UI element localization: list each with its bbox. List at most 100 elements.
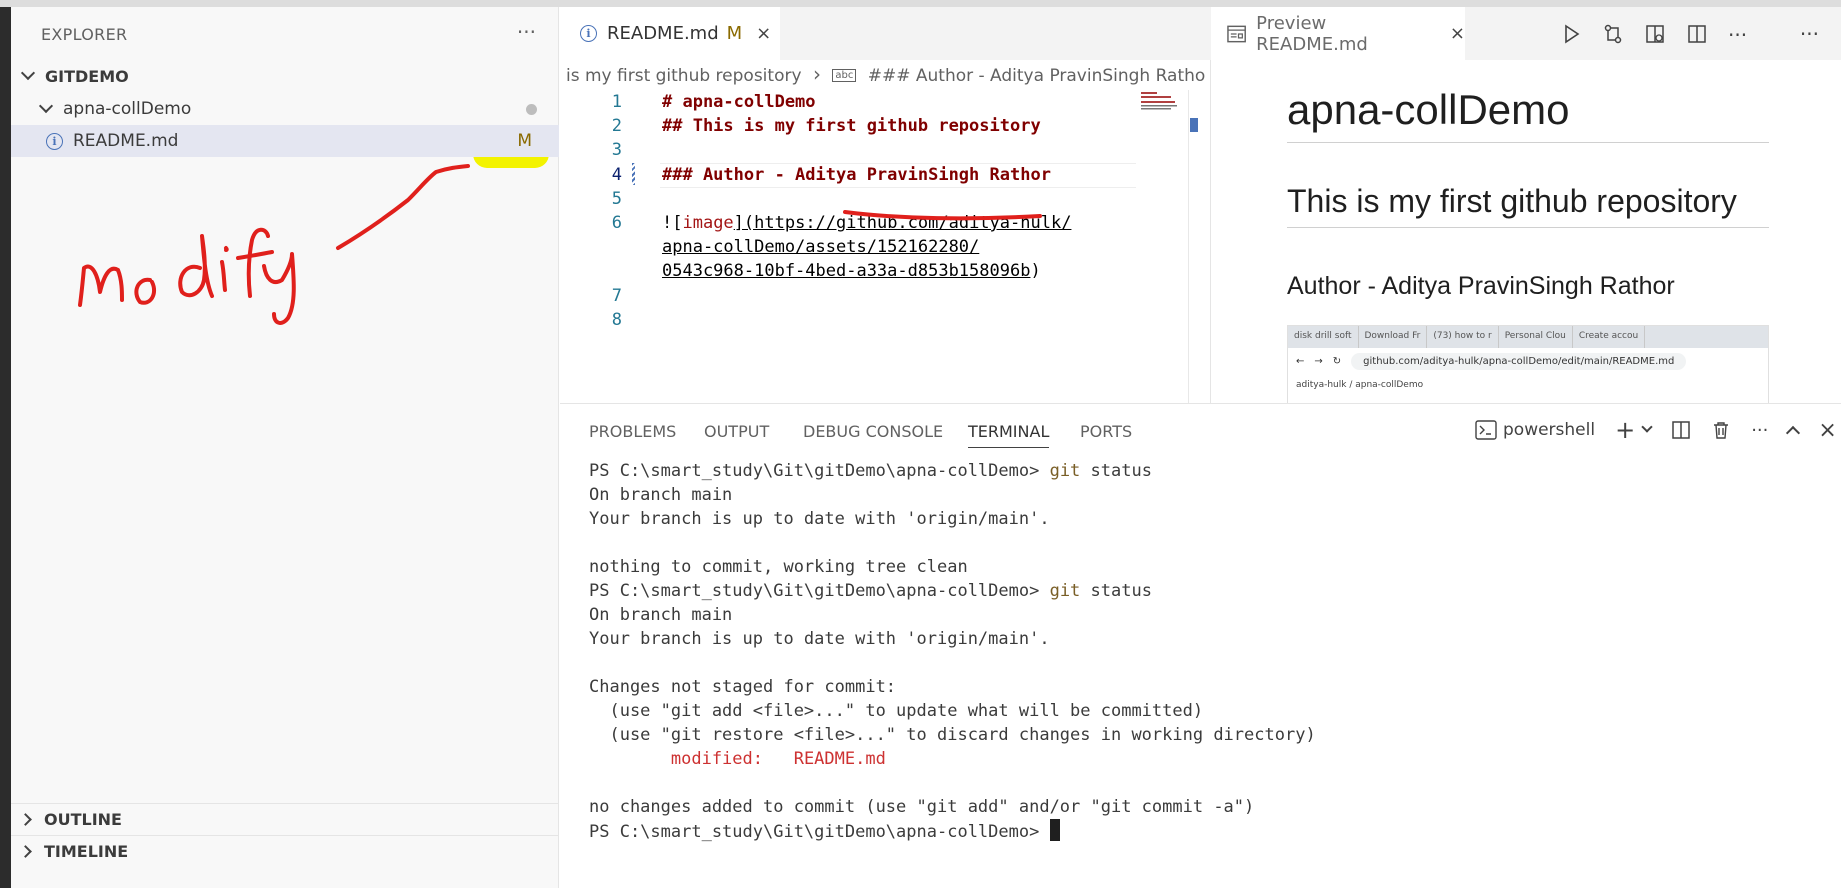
code-line-2: ## This is my first github repository (662, 116, 1041, 136)
chevron-down-icon (20, 65, 36, 81)
timeline-label: TIMELINE (44, 842, 129, 861)
outline-label: OUTLINE (44, 810, 122, 829)
tab-readme[interactable]: i README.md M × (560, 7, 780, 60)
screenshot-repo-path: aditya-hulk / apna-collDemo (1296, 380, 1424, 390)
workspace-root[interactable]: GITDEMO (11, 60, 559, 92)
terminal-modified-file: README.md (793, 749, 886, 769)
code-line-4: ### Author - Aditya PravinSingh Rathor (662, 165, 1051, 185)
minimap[interactable] (1139, 90, 1187, 112)
explorer-sidebar: EXPLORER ··· GITDEMO apna-collDemo i REA… (11, 7, 559, 888)
md-image-alt: image (682, 213, 734, 233)
forward-arrow-icon: → (1314, 355, 1323, 367)
line-number: 3 (611, 140, 622, 160)
screenshot-browser-tabs: disk drill soft Download Fr (73) how to … (1288, 326, 1768, 348)
split-editor-icon[interactable] (1686, 23, 1708, 45)
line-number: 2 (611, 116, 622, 136)
tab-modified-badge: M (726, 23, 743, 44)
bottom-panel: PROBLEMS OUTPUT DEBUG CONSOLE TERMINAL P… (560, 403, 1841, 888)
markdown-preview: apna-collDemo This is my first github re… (1210, 60, 1841, 403)
screenshot-tab: Create accou (1573, 326, 1646, 348)
terminal-shell-label: powershell (1503, 420, 1596, 440)
info-icon: i (580, 25, 597, 42)
terminal-line: Your branch is up to date with 'origin/m… (589, 509, 1050, 529)
line-number: 5 (611, 189, 622, 209)
terminal-line: nothing to commit, working tree clean (589, 557, 968, 577)
preview-more-icon[interactable]: ··· (1800, 22, 1819, 46)
maximize-panel-icon[interactable] (1786, 425, 1801, 441)
terminal-output[interactable]: PS C:\smart_study\Git\gitDemo\apna-collD… (589, 459, 1316, 844)
screenshot-url: github.com/aditya-hulk/apna-collDemo/edi… (1351, 352, 1687, 370)
heading-rule (1287, 142, 1769, 143)
preview-heading-3: Author - Aditya PravinSingh Rathor (1287, 272, 1675, 300)
chevron-down-icon[interactable] (1641, 421, 1653, 433)
terminal-arg: status (1080, 581, 1152, 601)
md-image-close: ) (1030, 261, 1041, 281)
workspace-root-label: GITDEMO (45, 66, 129, 86)
scrollbar-marker (1190, 118, 1198, 132)
tab-terminal[interactable]: TERMINAL (968, 422, 1050, 448)
folder-item[interactable]: apna-collDemo (11, 93, 559, 125)
trash-icon[interactable] (1711, 420, 1731, 440)
md-image-link[interactable]: 0543c968-10bf-4bed-a33a-d853b158096b (662, 261, 1030, 281)
modified-dot-icon (526, 103, 537, 115)
panel-actions: powershell + ··· × (1475, 416, 1837, 444)
breadcrumb-item[interactable]: ### Author - Aditya PravinSingh Rathor (868, 66, 1206, 86)
more-actions-icon[interactable]: ··· (1751, 420, 1768, 441)
code-line-6b[interactable]: apna-collDemo/assets/152162280/ (662, 237, 979, 257)
chevron-down-icon (38, 98, 54, 114)
heading-rule (1287, 227, 1769, 228)
terminal-icon (1475, 420, 1497, 440)
screenshot-tab: Download Fr (1359, 326, 1428, 348)
chevron-right-icon (19, 813, 32, 826)
back-arrow-icon: ← (1296, 355, 1305, 367)
tab-preview-readme[interactable]: Preview README.md × (1211, 7, 1465, 60)
close-icon[interactable]: × (1450, 23, 1465, 44)
reload-icon: ↻ (1332, 355, 1342, 367)
breadcrumb: is my first github repository › abc ### … (566, 62, 1206, 90)
preview-embedded-image: disk drill soft Download Fr (73) how to … (1287, 325, 1769, 403)
modified-gutter-indicator (632, 163, 635, 185)
md-image-link[interactable]: ](https://github.com/aditya-hulk/ (734, 213, 1072, 233)
tab-debug-console[interactable]: DEBUG CONSOLE (803, 422, 943, 441)
md-image-bang: ![ (662, 213, 683, 233)
terminal-line: (use "git add <file>..." to update what … (589, 701, 1204, 721)
terminal-line: On branch main (589, 485, 733, 505)
tab-ports[interactable]: PORTS (1080, 422, 1132, 441)
tab-problems[interactable]: PROBLEMS (589, 422, 676, 441)
git-modified-badge: M (517, 131, 532, 151)
code-line-1: # apna-collDemo (662, 92, 816, 112)
preview-heading-1: apna-collDemo (1287, 86, 1570, 133)
symbol-string-icon: abc (832, 69, 857, 82)
tab-readme-label: README.md (607, 23, 719, 44)
screenshot-address-bar: ← → ↻ github.com/aditya-hulk/apna-collDe… (1288, 348, 1768, 374)
code-editor[interactable]: 1 2 3 4 5 6 7 8 # apna-collDemo ## This … (560, 90, 1210, 403)
tab-output[interactable]: OUTPUT (704, 422, 769, 441)
terminal-prompt: PS C:\smart_study\Git\gitDemo\apna-collD… (589, 822, 1050, 842)
code-line-6a: ![image](https://github.com/aditya-hulk/ (662, 213, 1071, 233)
terminal-prompt: PS C:\smart_study\Git\gitDemo\apna-collD… (589, 461, 1050, 481)
timeline-section[interactable]: TIMELINE (11, 835, 559, 867)
run-icon[interactable] (1560, 23, 1582, 45)
open-preview-icon[interactable] (1644, 23, 1666, 45)
split-terminal-icon[interactable] (1671, 420, 1691, 440)
terminal-command: git (1049, 581, 1081, 601)
compare-changes-icon[interactable] (1602, 23, 1624, 45)
breadcrumb-item[interactable]: is my first github repository (566, 66, 802, 86)
editor-actions: ··· (1560, 23, 1747, 47)
more-actions-icon[interactable]: ··· (1728, 23, 1747, 47)
screenshot-tab: Personal Clou (1499, 326, 1573, 348)
window-top-bar (0, 0, 1841, 7)
breadcrumb-separator: › (812, 62, 821, 86)
terminal-cursor (1049, 819, 1060, 841)
editor-scrollbar[interactable] (1188, 90, 1208, 403)
terminal-selector[interactable]: powershell (1475, 420, 1595, 440)
new-terminal-icon[interactable]: + (1615, 416, 1635, 444)
outline-section[interactable]: OUTLINE (11, 803, 559, 835)
terminal-line: Your branch is up to date with 'origin/m… (589, 629, 1050, 649)
screenshot-tab: disk drill soft (1288, 326, 1359, 348)
file-item-readme[interactable]: i README.md M (11, 125, 559, 157)
activity-bar (0, 7, 11, 888)
close-panel-icon[interactable]: × (1818, 418, 1836, 443)
explorer-more-icon[interactable]: ··· (517, 20, 536, 44)
close-icon[interactable]: × (756, 23, 771, 44)
